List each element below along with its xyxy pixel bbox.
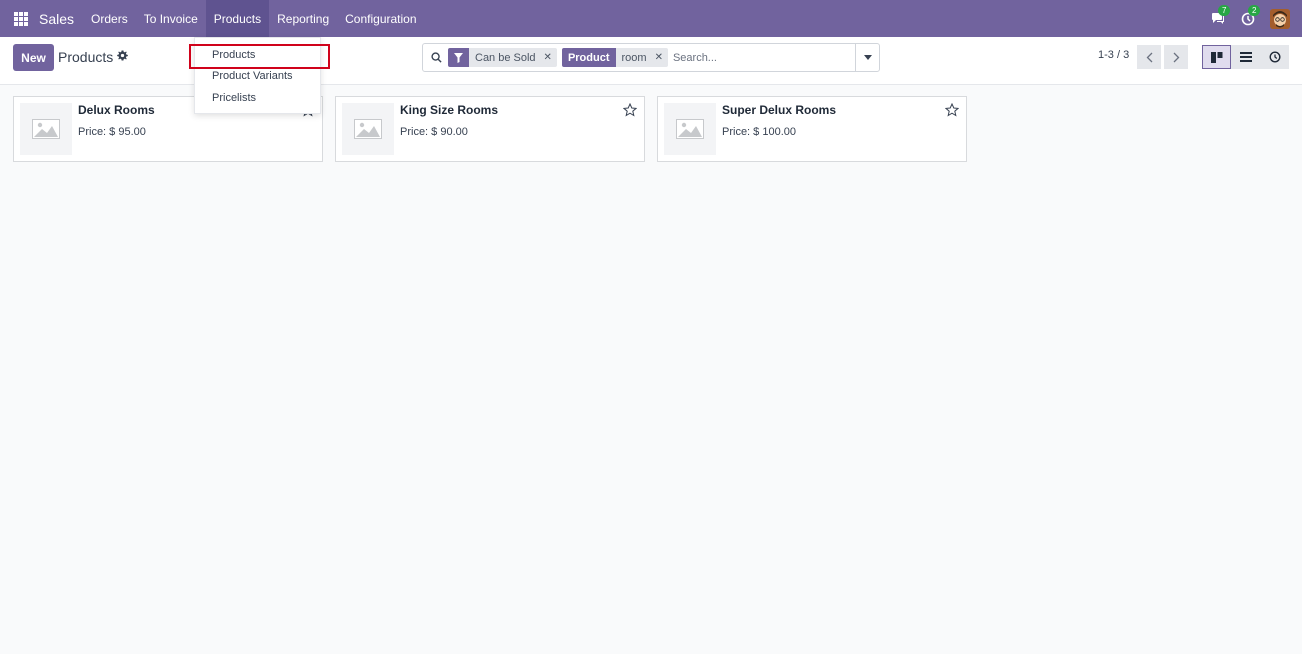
- new-button[interactable]: New: [13, 44, 54, 71]
- filter-facet-value: Can be Sold: [469, 48, 542, 67]
- dropdown-item-products[interactable]: Products: [212, 49, 255, 61]
- pager-next-button[interactable]: [1164, 45, 1188, 69]
- highlight-box: [189, 44, 330, 69]
- search-icon[interactable]: [431, 52, 442, 63]
- apps-menu-icon[interactable]: [3, 0, 39, 37]
- messages-icon[interactable]: 7: [1210, 4, 1231, 27]
- product-name: Super Delux Rooms: [722, 103, 837, 117]
- activity-view-button[interactable]: [1260, 45, 1289, 69]
- activities-badge: 2: [1248, 4, 1261, 16]
- product-card[interactable]: Super Delux Rooms Price: $ 100.00: [657, 96, 967, 162]
- product-price: Price: $ 90.00: [400, 126, 468, 138]
- product-price: Price: $ 95.00: [78, 126, 146, 138]
- activities-icon[interactable]: 2: [1240, 4, 1261, 27]
- page-title: Products: [58, 49, 114, 65]
- list-view-button[interactable]: [1231, 45, 1260, 69]
- chevron-left-icon: [1146, 52, 1152, 62]
- menu-reporting[interactable]: Reporting: [269, 0, 337, 37]
- star-icon[interactable]: [944, 102, 960, 120]
- dropdown-item-product-variants[interactable]: Product Variants: [212, 70, 293, 82]
- close-icon[interactable]: ✕: [652, 48, 668, 67]
- product-name: King Size Rooms: [400, 103, 499, 117]
- menu-to-invoice[interactable]: To Invoice: [136, 0, 206, 37]
- product-name: Delux Rooms: [78, 103, 155, 117]
- product-facet-label: Product: [561, 48, 616, 67]
- image-placeholder-icon: [20, 103, 72, 155]
- image-placeholder-icon: [664, 103, 716, 155]
- filter-facet: Can be Sold ✕: [448, 48, 557, 67]
- menu-configuration[interactable]: Configuration: [337, 0, 424, 37]
- search-options-toggle[interactable]: [855, 44, 879, 71]
- close-icon[interactable]: ✕: [541, 48, 557, 67]
- product-facet: Product room ✕: [561, 48, 668, 67]
- image-placeholder-icon: [342, 103, 394, 155]
- product-card[interactable]: King Size Rooms Price: $ 90.00: [335, 96, 645, 162]
- caret-down-icon: [863, 55, 872, 60]
- list-icon: [1239, 52, 1252, 62]
- app-brand[interactable]: Sales: [39, 11, 74, 27]
- clock-icon: [1268, 51, 1281, 63]
- product-facet-value: room: [615, 48, 653, 67]
- menu-products[interactable]: Products: [205, 0, 270, 37]
- kanban-icon: [1210, 51, 1222, 63]
- star-icon[interactable]: [622, 102, 638, 120]
- dropdown-item-pricelists[interactable]: Pricelists: [212, 92, 256, 104]
- kanban-view-button[interactable]: [1202, 45, 1231, 69]
- search-input[interactable]: [672, 51, 853, 64]
- gear-icon[interactable]: [117, 50, 128, 64]
- systray: 7 2: [1210, 0, 1290, 37]
- pager-previous-button[interactable]: [1137, 45, 1161, 69]
- messages-badge: 7: [1218, 4, 1231, 16]
- chevron-right-icon: [1173, 52, 1179, 62]
- products-dropdown-menu: Products Product Variants Pricelists: [189, 37, 330, 114]
- menu-orders[interactable]: Orders: [83, 0, 136, 37]
- top-navbar: Sales Orders To Invoice Products Reporti…: [0, 0, 1302, 37]
- pager-value[interactable]: 1-3 / 3: [1098, 49, 1129, 61]
- product-price: Price: $ 100.00: [722, 126, 796, 138]
- search-bar[interactable]: Can be Sold ✕ Product room ✕: [422, 43, 880, 72]
- filter-icon: [448, 48, 469, 67]
- user-avatar[interactable]: [1270, 8, 1290, 29]
